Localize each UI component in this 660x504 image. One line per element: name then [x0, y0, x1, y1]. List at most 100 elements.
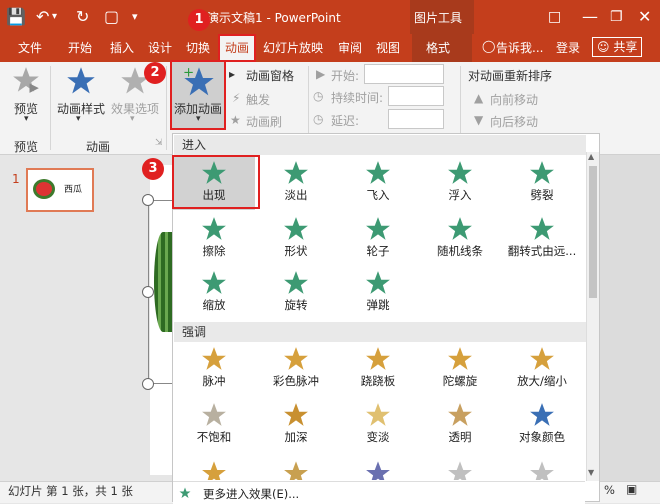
effect-options-dropdown-icon[interactable]: ▾ — [130, 114, 135, 124]
more-effects-label: 更多进入效果(E)... — [203, 487, 300, 501]
emphasis-effect-star-icon — [284, 403, 308, 426]
effect-label: 形状 — [284, 244, 308, 258]
effect-entrance-6[interactable]: 形状 — [255, 212, 337, 266]
ribbon-separator — [166, 66, 167, 150]
tab-view[interactable]: 视图 — [376, 39, 400, 56]
effect-entrance-11[interactable]: 旋转 — [255, 266, 337, 320]
effect-emphasis-5[interactable]: 不饱和 — [173, 398, 255, 452]
tab-transitions[interactable]: 切换 — [186, 39, 210, 56]
slide-thumbnail[interactable]: 西瓜 — [26, 168, 94, 212]
emphasis-effect-star-icon — [530, 403, 554, 426]
emphasis-effect-star-icon — [284, 347, 308, 370]
scroll-up-icon[interactable]: ▲ — [588, 152, 594, 161]
animation-styles-button[interactable]: 动画样式 — [57, 100, 105, 117]
resize-handle[interactable] — [142, 286, 154, 298]
highlight-appear-effect — [172, 155, 260, 209]
tab-insert[interactable]: 插入 — [110, 39, 134, 56]
more-icon[interactable]: ▾ — [132, 7, 138, 27]
animation-painter-button[interactable]: 动画刷 — [246, 113, 282, 130]
tab-file[interactable]: 文件 — [18, 39, 42, 56]
emphasis-effect-star-icon — [202, 347, 226, 370]
resize-handle[interactable] — [142, 194, 154, 206]
effect-label: 加深 — [284, 430, 308, 444]
animation-pane-button[interactable]: 动画窗格 — [246, 67, 294, 84]
scroll-down-icon[interactable]: ▼ — [588, 468, 594, 477]
entrance-effect-star-icon — [530, 217, 554, 240]
tab-animations[interactable]: 动画 — [225, 39, 249, 56]
share-label: 共享 — [613, 40, 638, 54]
effect-emphasis-0[interactable]: 脉冲 — [173, 342, 255, 396]
ribbon-display-icon[interactable]: □ — [548, 7, 561, 27]
preview-dropdown-icon[interactable]: ▾ — [24, 114, 29, 124]
watermelon-image[interactable] — [154, 232, 172, 332]
animation-painter-icon: ★ — [230, 113, 241, 127]
effect-emphasis-6[interactable]: 加深 — [255, 398, 337, 452]
resize-handle[interactable] — [142, 378, 154, 390]
undo-icon[interactable]: ↶ — [36, 7, 49, 27]
trigger-icon: ⚡ — [232, 91, 241, 105]
delay-input[interactable] — [388, 109, 444, 129]
effect-entrance-8[interactable]: 随机线条 — [419, 212, 501, 266]
effect-emphasis-7[interactable]: 变淡 — [337, 398, 419, 452]
effect-label: 翻转式由远... — [507, 244, 577, 258]
effect-entrance-3[interactable]: 浮入 — [419, 156, 501, 210]
effect-emphasis-9[interactable]: 对象颜色 — [501, 398, 583, 452]
entrance-effect-star-icon — [202, 217, 226, 240]
present-icon[interactable]: ▢ — [104, 7, 119, 27]
more-effects-star-icon — [179, 487, 191, 498]
effect-label: 彩色脉冲 — [273, 374, 319, 388]
scrollbar-thumb[interactable] — [589, 166, 597, 298]
thumbnail-text: 西瓜 — [64, 185, 83, 195]
move-earlier-button[interactable]: 向前移动 — [490, 91, 538, 108]
effect-entrance-12[interactable]: 弹跳 — [337, 266, 419, 320]
minimize-icon[interactable]: — — [582, 7, 598, 27]
start-select[interactable] — [364, 64, 444, 84]
save-icon[interactable]: 💾 — [6, 7, 26, 27]
animation-styles-dropdown-icon[interactable]: ▾ — [76, 114, 81, 124]
repeat-icon[interactable]: ↻ — [76, 7, 89, 27]
effect-entrance-1[interactable]: 淡出 — [255, 156, 337, 210]
effect-entrance-4[interactable]: 劈裂 — [501, 156, 583, 210]
login-link[interactable]: 登录 — [556, 39, 580, 56]
effect-label: 浮入 — [448, 188, 472, 202]
effect-entrance-10[interactable]: 缩放 — [173, 266, 255, 320]
effect-label: 擦除 — [202, 244, 226, 258]
close-icon[interactable]: ✕ — [638, 7, 651, 27]
duration-input[interactable] — [388, 86, 444, 106]
tab-slideshow[interactable]: 幻灯片放映 — [263, 39, 323, 56]
start-icon: ▶ — [316, 67, 326, 81]
emphasis-effect-partial-star-icon — [366, 461, 390, 480]
restore-icon[interactable]: ❐ — [610, 7, 623, 27]
share-button[interactable]: ☺ 共享 — [592, 37, 643, 57]
effect-options-button[interactable]: 效果选项 — [111, 100, 159, 117]
trigger-button[interactable]: 触发 — [246, 91, 270, 108]
effect-entrance-7[interactable]: 轮子 — [337, 212, 419, 266]
picture-tools-title: 图片工具 — [414, 11, 463, 25]
effect-emphasis-1[interactable]: 彩色脉冲 — [255, 342, 337, 396]
effect-emphasis-4[interactable]: 放大/缩小 — [501, 342, 583, 396]
tab-design[interactable]: 设计 — [148, 39, 172, 56]
effect-emphasis-8[interactable]: 透明 — [419, 398, 501, 452]
tab-home[interactable]: 开始 — [68, 39, 92, 56]
tab-format[interactable]: 格式 — [426, 39, 450, 56]
tab-review[interactable]: 审阅 — [338, 39, 362, 56]
move-earlier-icon: ▲ — [474, 91, 484, 105]
effect-label: 陀螺旋 — [442, 374, 478, 388]
move-later-button[interactable]: 向后移动 — [490, 113, 538, 130]
animation-styles-star-icon — [67, 67, 95, 94]
undo-dropdown-icon[interactable]: ▾ — [52, 7, 57, 27]
fit-slide-icon[interactable]: ▣ — [626, 482, 637, 496]
effect-emphasis-2[interactable]: 跷跷板 — [337, 342, 419, 396]
entrance-effect-star-icon — [530, 161, 554, 184]
step-badge-2: 2 — [144, 62, 166, 84]
tell-me-box[interactable]: 告诉我... — [496, 39, 543, 56]
effect-emphasis-3[interactable]: 陀螺旋 — [419, 342, 501, 396]
effect-entrance-9[interactable]: 翻转式由远... — [501, 212, 583, 266]
dialog-launcher-icon[interactable]: ⇲ — [155, 138, 163, 148]
effect-entrance-2[interactable]: 飞入 — [337, 156, 419, 210]
gallery-scrollbar[interactable]: ▲ ▼ — [586, 152, 599, 481]
zoom-percent: % — [604, 483, 615, 497]
move-later-icon: ▼ — [474, 113, 484, 127]
more-entrance-effects[interactable]: 更多进入效果(E)... — [173, 481, 585, 504]
effect-entrance-5[interactable]: 擦除 — [173, 212, 255, 266]
